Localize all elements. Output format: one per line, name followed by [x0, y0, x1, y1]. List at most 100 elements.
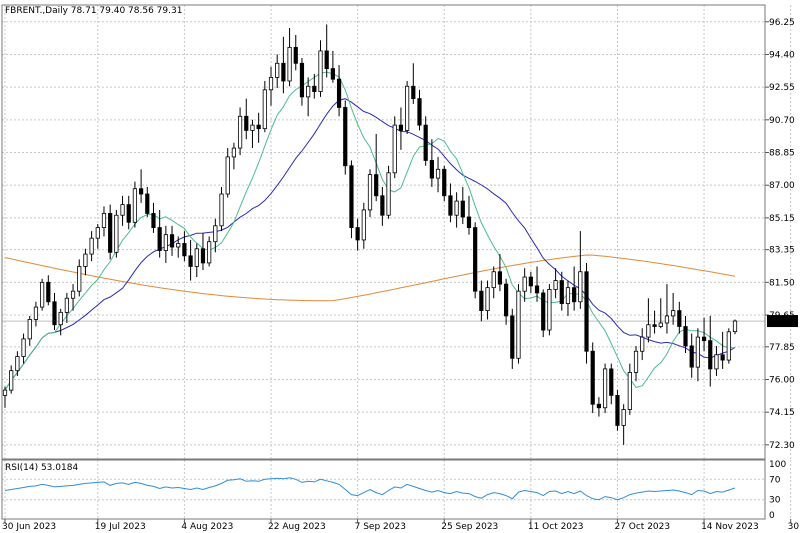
- price-tick-label: 94.40: [769, 50, 795, 60]
- candle-up: [163, 234, 168, 251]
- candle-down: [281, 62, 286, 82]
- candle-up: [454, 200, 459, 216]
- candle-down: [596, 403, 601, 409]
- candle-down: [244, 115, 249, 131]
- candle-up: [64, 297, 69, 313]
- candle-up: [491, 271, 496, 289]
- candle-down: [708, 340, 713, 370]
- candle-up: [120, 204, 125, 216]
- rsi-axis: 100 70 30 0: [769, 460, 786, 521]
- candle-up: [237, 115, 243, 149]
- candle-down: [336, 78, 342, 108]
- candle-up: [194, 248, 199, 267]
- price-tick-label: 85.15: [769, 214, 795, 224]
- candle-down: [497, 271, 503, 285]
- candle-up: [287, 46, 292, 82]
- candle-up: [207, 241, 212, 264]
- time-tick-label: 30 Nov 2023: [788, 522, 800, 532]
- candle-up: [485, 287, 490, 312]
- chart-header: FBRENT.,Daily 78.71 79.40 78.56 79.31: [5, 6, 182, 16]
- candle-up: [318, 50, 323, 92]
- time-tick-label: 27 Oct 2023: [614, 522, 670, 532]
- candle-down: [652, 324, 657, 327]
- candle-up: [627, 372, 632, 410]
- candle-up: [516, 290, 521, 359]
- candle-up: [262, 89, 267, 130]
- candle-down: [442, 168, 447, 197]
- candle-up: [95, 227, 100, 239]
- candle-up: [602, 368, 608, 409]
- candle-down: [701, 336, 707, 342]
- time-tick-label: 14 Nov 2023: [701, 522, 759, 532]
- current-price-marker: 79.31: [767, 315, 798, 328]
- candle-down: [720, 354, 725, 361]
- candle-down: [46, 281, 51, 303]
- candle-down: [299, 62, 305, 98]
- candle-down: [324, 50, 329, 69]
- candle-down: [466, 216, 472, 228]
- candle-up: [231, 147, 236, 158]
- candle-down: [479, 290, 484, 312]
- candle-down: [584, 271, 589, 352]
- time-tick-label: 7 Sep 2023: [355, 522, 406, 532]
- candle-up: [213, 225, 218, 243]
- price-tick-label: 76.00: [769, 376, 795, 386]
- candle-up: [70, 290, 76, 299]
- candle-down: [157, 227, 162, 251]
- candle-down: [683, 326, 688, 347]
- candle-down: [188, 255, 193, 267]
- candle-down: [139, 188, 144, 195]
- candle-up: [219, 193, 224, 227]
- main-grid: [2, 5, 792, 459]
- rsi-tick-label: 30: [769, 496, 781, 506]
- candle-up: [250, 124, 255, 131]
- candle-down: [559, 280, 564, 304]
- candle-down: [355, 227, 360, 241]
- price-tick-label: 92.55: [769, 83, 795, 93]
- candle-up: [83, 253, 88, 267]
- candle-up: [633, 350, 639, 373]
- current-price-label: 79.31: [769, 317, 795, 327]
- price-tick-label: 77.85: [769, 343, 795, 353]
- chart-canvas: 96.25 94.40 92.55 90.70 88.85 87.00 85.15 83.35…: [1, 4, 800, 532]
- candle-down: [429, 160, 434, 179]
- candle-down: [689, 345, 694, 368]
- time-tick-label: 25 Sep 2023: [441, 522, 498, 532]
- candle-down: [504, 283, 509, 317]
- candle-up: [405, 85, 410, 131]
- price-tick-label: 96.25: [769, 18, 795, 28]
- candle-up: [225, 156, 230, 195]
- price-tick-label: 87.00: [769, 181, 795, 191]
- rsi-polyline: [4, 477, 736, 501]
- price-tick-label: 74.15: [769, 408, 795, 418]
- candle-up: [386, 172, 391, 216]
- candle-down: [677, 310, 682, 327]
- rsi-line: [4, 477, 736, 501]
- candle-up: [27, 319, 32, 340]
- candle-up: [306, 85, 311, 98]
- time-tick-label: 4 Aug 2023: [181, 522, 233, 532]
- candle-up: [2, 389, 8, 396]
- candle-down: [541, 292, 546, 331]
- candle-down: [534, 285, 540, 294]
- candle-down: [411, 85, 416, 100]
- candle-down: [108, 213, 113, 253]
- rsi-header: RSI(14) 53.0184: [5, 463, 78, 473]
- rsi-tick-label: 100: [769, 460, 786, 470]
- time-axis: 30 Jun 2023 19 Jul 2023 4 Aug 2023 22 Aug 2…: [2, 519, 800, 532]
- candle-up: [392, 124, 397, 174]
- candle-down: [293, 46, 298, 64]
- candle-down: [615, 395, 620, 426]
- candle-down: [126, 204, 131, 223]
- candle-up: [9, 370, 14, 391]
- candle-down: [169, 234, 175, 248]
- candle-down: [374, 174, 379, 197]
- price-tick-label: 72.30: [769, 441, 795, 451]
- candle-up: [732, 320, 738, 333]
- candle-down: [473, 227, 478, 292]
- rsi-tick-label: 70: [769, 475, 781, 485]
- candle-down: [52, 301, 57, 326]
- candle-up: [547, 289, 552, 331]
- candle-up: [89, 237, 94, 255]
- candle-up: [726, 331, 731, 361]
